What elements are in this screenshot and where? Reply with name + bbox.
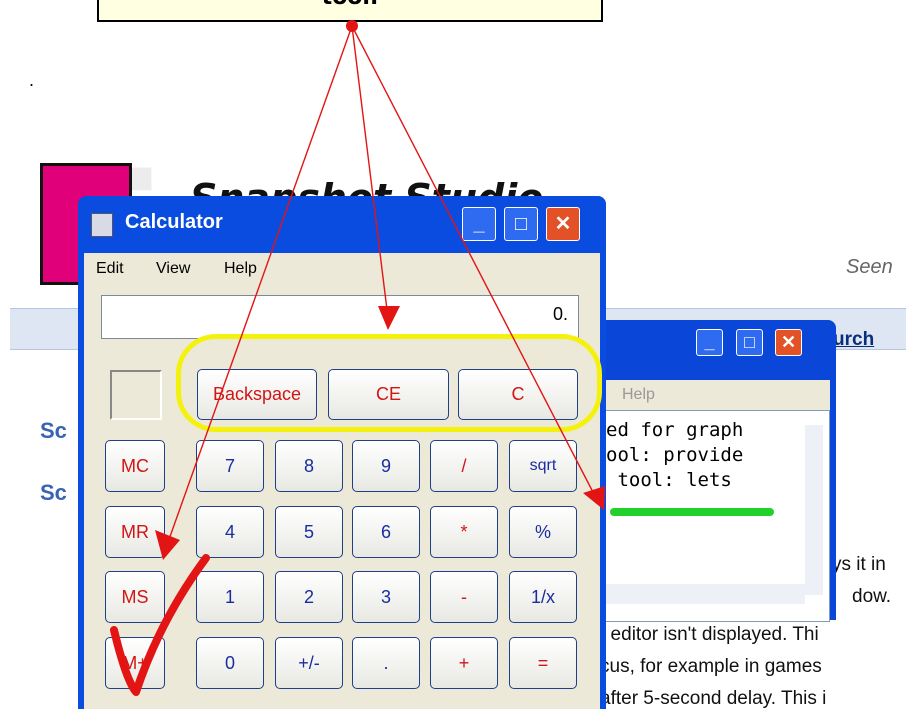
arrow-origin-dot [346, 20, 358, 32]
arrow-line [166, 25, 353, 546]
arrowhead [583, 486, 605, 510]
annotation-overlay [110, 20, 605, 696]
checkmark [110, 554, 210, 696]
arrow-line [351, 25, 597, 499]
arrowhead [155, 530, 180, 560]
arrow-line [351, 25, 389, 319]
arrowhead [378, 306, 400, 330]
